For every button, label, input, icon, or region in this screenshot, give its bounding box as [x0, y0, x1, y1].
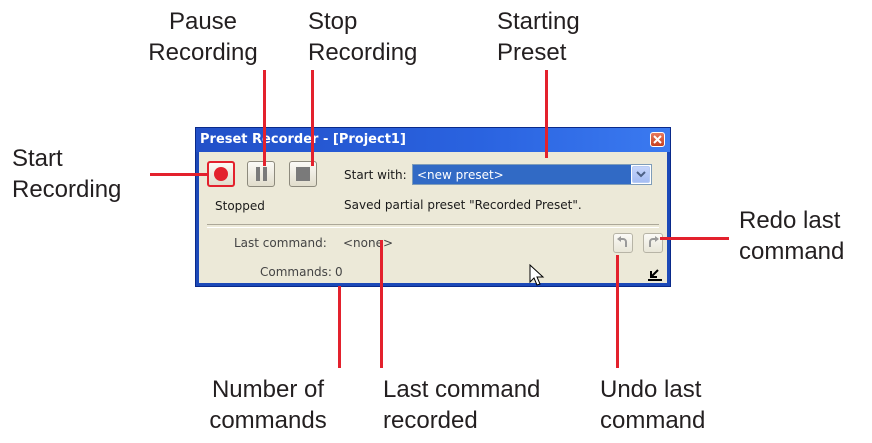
line-pause-recording: [263, 70, 266, 166]
line-last-command: [380, 240, 383, 368]
callout-number-of-commands: Number of commands: [193, 374, 343, 436]
callout-line-2: command: [739, 238, 845, 265]
callout-starting-preset: Starting Preset: [497, 6, 580, 68]
start-recording-button[interactable]: [207, 161, 235, 187]
redo-icon: [649, 236, 659, 247]
pause-icon: [256, 167, 267, 181]
pause-recording-button[interactable]: [247, 161, 275, 187]
commands-label: Commands:: [260, 265, 332, 279]
callout-line-1: Undo last: [600, 376, 702, 403]
callout-line-2: Preset: [497, 39, 567, 66]
resize-icon[interactable]: [647, 266, 663, 282]
callout-last-command-recorded: Last command recorded: [383, 374, 540, 436]
divider: [207, 224, 659, 228]
start-with-label: Start with:: [344, 168, 407, 182]
mouse-cursor-icon: [529, 264, 545, 286]
callout-line-1: Number of: [211, 376, 325, 403]
callout-line-2: Recording: [308, 39, 418, 66]
callout-line-1: Start: [12, 145, 63, 172]
callout-line-2: commands: [209, 407, 327, 434]
callout-line-2: recorded: [383, 407, 478, 434]
callout-line-2: Recording: [12, 176, 122, 203]
window-title: Preset Recorder - [Project1]: [200, 132, 406, 147]
callout-line-1: Last command: [383, 376, 541, 403]
callout-line-2: Recording: [148, 39, 258, 66]
callout-undo-last-command: Undo last command: [600, 374, 705, 436]
start-with-select[interactable]: <new preset>: [412, 164, 652, 185]
undo-icon: [617, 236, 627, 247]
chevron-down-icon: [636, 171, 646, 178]
line-start-recording: [150, 173, 209, 176]
status-message: Saved partial preset "Recorded Preset".: [344, 198, 582, 212]
callout-line-2: command: [600, 407, 706, 434]
undo-button[interactable]: [613, 233, 633, 253]
last-command-value: <none>: [343, 236, 394, 250]
callout-line-1: Stop: [308, 8, 358, 35]
commands-count: 0: [335, 265, 343, 279]
line-redo: [660, 237, 729, 240]
callout-line-1: Pause: [168, 8, 238, 35]
close-icon: [653, 135, 662, 144]
callout-line-1: Starting: [497, 8, 580, 35]
redo-button[interactable]: [643, 233, 663, 253]
callout-start-recording: Start Recording: [12, 143, 121, 205]
line-number-of-commands: [338, 286, 341, 368]
dropdown-button[interactable]: [632, 166, 650, 183]
last-command-label: Last command:: [234, 236, 327, 250]
preset-recorder-window: Preset Recorder - [Project1] Start with:: [195, 127, 671, 287]
title-bar[interactable]: Preset Recorder - [Project1]: [196, 128, 670, 152]
recording-status: Stopped: [215, 199, 265, 213]
start-with-value: <new preset>: [413, 165, 631, 184]
record-icon: [214, 167, 228, 181]
line-undo: [616, 255, 619, 368]
dialog-body: Start with: <new preset> Stopped Saved p…: [199, 152, 667, 286]
callout-pause-recording: Pause Recording: [133, 6, 273, 68]
line-starting-preset: [545, 70, 548, 158]
callout-stop-recording: Stop Recording: [308, 6, 417, 68]
line-stop-recording: [311, 70, 314, 166]
callout-redo-last-command: Redo last command: [739, 205, 844, 267]
callout-line-1: Redo last: [739, 207, 841, 234]
close-button[interactable]: [650, 132, 665, 147]
